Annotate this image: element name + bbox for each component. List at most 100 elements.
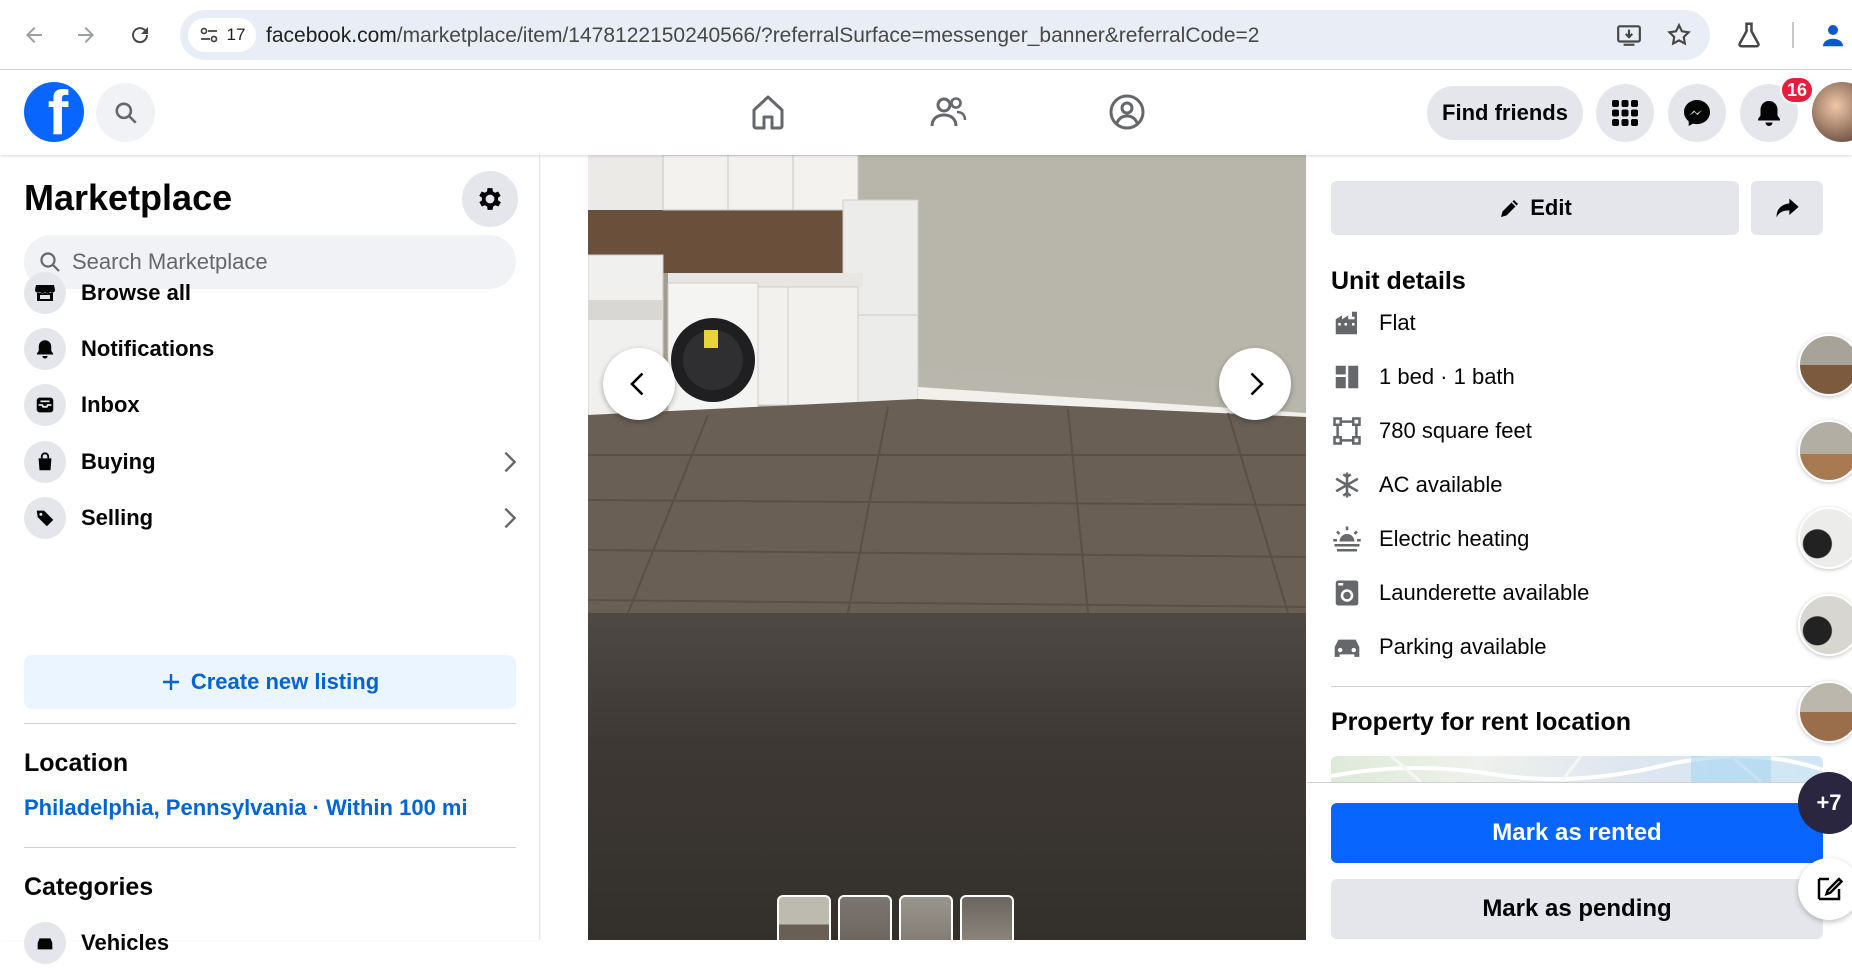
url-text[interactable]: facebook.com/marketplace/item/1478122150… [266,24,1259,48]
unit-detail-row: Parking available [1331,627,1547,667]
site-info-chip[interactable]: 17 [188,18,256,52]
unit-detail-row: Electric heating [1331,519,1529,559]
install-app-icon[interactable] [1616,22,1642,48]
mark-as-pending-button[interactable]: Mark as pending [1331,879,1823,939]
inbox-icon [24,384,66,426]
bell-icon [1758,101,1780,126]
chat-head-avatar[interactable] [1798,681,1852,743]
sidebar-item-label: Buying [81,449,156,474]
create-listing-label: Create new listing [190,669,380,694]
gear-icon [479,188,501,210]
chat-head-avatar[interactable] [1798,594,1852,656]
unit-detail-text: 1 bed · 1 bath [1379,364,1515,389]
unit-detail-text: AC available [1379,472,1503,497]
next-photo-button[interactable] [1219,348,1291,420]
account-avatar[interactable] [1812,82,1852,142]
address-bar[interactable]: 17 facebook.com/marketplace/item/1478122… [180,10,1710,60]
share-arrow-icon [1776,198,1799,218]
share-listing-button[interactable] [1751,181,1823,235]
more-chats-button[interactable]: +7 [1798,772,1852,834]
new-message-button[interactable] [1798,858,1852,920]
facebook-header: f Find friends 16 [0,70,1852,155]
compose-icon [1817,877,1844,901]
chat-head-avatar[interactable] [1798,334,1852,396]
sidebar-item-inbox[interactable]: Inbox [24,377,524,433]
category-item-vehicles[interactable]: Vehicles [24,915,524,971]
friends-icon[interactable] [928,92,968,132]
browser-toolbar: 17 facebook.com/marketplace/item/1478122… [0,0,1852,70]
photo-thumbnail[interactable] [838,895,892,940]
groups-icon[interactable] [1107,92,1147,132]
forward-button[interactable] [68,17,104,53]
marketplace-title: Marketplace [24,177,233,218]
sidebar-item-label: Notifications [81,336,215,361]
tune-icon [200,27,217,43]
storefront-icon [24,272,66,314]
previous-photo-button[interactable] [603,348,675,420]
chat-head-avatar[interactable] [1798,420,1852,482]
pencil-icon [1501,200,1519,217]
profile-icon[interactable] [1818,20,1848,50]
sidebar-item-notifications[interactable]: Notifications [24,321,524,377]
unit-detail-row: Launderette available [1331,573,1589,613]
messenger-button[interactable] [1668,84,1726,142]
mark-as-rented-button[interactable]: Mark as rented [1331,803,1823,863]
arrow-right-icon [78,27,94,43]
chevron-right-icon [1250,372,1264,396]
photo-thumbnail[interactable] [777,895,831,940]
snowflake-icon [1331,469,1363,501]
back-button[interactable] [16,17,52,53]
labs-flask-icon[interactable] [1734,20,1764,50]
sidebar-divider [24,847,516,848]
area-icon [1331,415,1363,447]
sidebar-item-label: Selling [81,505,154,530]
find-friends-button[interactable]: Find friends [1427,86,1583,140]
sidebar-item-selling[interactable]: Selling [24,490,524,546]
unit-detail-row: 1 bed · 1 bath [1331,357,1515,397]
details-divider [1331,686,1823,687]
facebook-logo-icon[interactable]: f [24,82,84,142]
site-chip-count: 17 [226,25,246,44]
rent-location-title: Property for rent location [1331,708,1632,736]
unit-detail-row: AC available [1331,465,1503,505]
photo-thumbnail[interactable] [899,895,953,940]
heating-icon [1331,523,1363,555]
bed-bath-icon [1331,361,1363,393]
photo-thumbnail[interactable] [960,895,1014,940]
reload-button[interactable] [122,17,158,53]
chat-head-avatar[interactable] [1798,507,1852,569]
category-label: Vehicles [81,930,170,955]
search-icon [114,101,137,124]
listing-details-panel: Edit Unit details Flat 1 bed · 1 bath 78… [1307,155,1852,940]
notification-count-badge: 16 [1780,76,1814,104]
unit-detail-row: Flat [1331,303,1416,343]
bookmark-star-icon[interactable] [1666,22,1692,48]
menu-button[interactable] [1596,84,1654,142]
chevron-left-icon [630,372,644,396]
url-path: /marketplace/item/1478122150240566/?refe… [396,24,1260,47]
grid-menu-icon [1612,100,1638,126]
building-icon [1331,307,1363,339]
location-section-title: Location [24,749,129,777]
unit-detail-text: Flat [1379,310,1416,335]
marketplace-sidebar: Marketplace Browse all Notifications Inb… [0,155,540,964]
create-new-listing-button[interactable]: Create new listing [24,655,516,709]
price-tag-icon [24,497,66,539]
messenger-icon [1684,100,1710,126]
arrow-left-icon [26,27,42,43]
unit-details-title: Unit details [1331,267,1466,295]
unit-detail-text: Launderette available [1379,580,1590,605]
categories-section-title: Categories [24,873,154,901]
home-icon[interactable] [748,92,788,132]
location-filter-link[interactable]: Philadelphia, Pennsylvania · Within 100 … [24,795,468,821]
chevron-right-icon [504,451,517,473]
edit-listing-button[interactable]: Edit [1331,181,1739,235]
edit-label: Edit [1530,195,1572,220]
sidebar-item-buying[interactable]: Buying [24,434,524,490]
sidebar-item-browse-all[interactable]: Browse all [24,265,524,321]
location-map[interactable] [1331,756,1823,782]
facebook-search-button[interactable] [96,83,155,142]
marketplace-settings-button[interactable] [462,171,518,227]
listing-action-bar: Mark as rented Mark as pending [1307,782,1852,940]
chevron-right-icon [504,507,517,529]
